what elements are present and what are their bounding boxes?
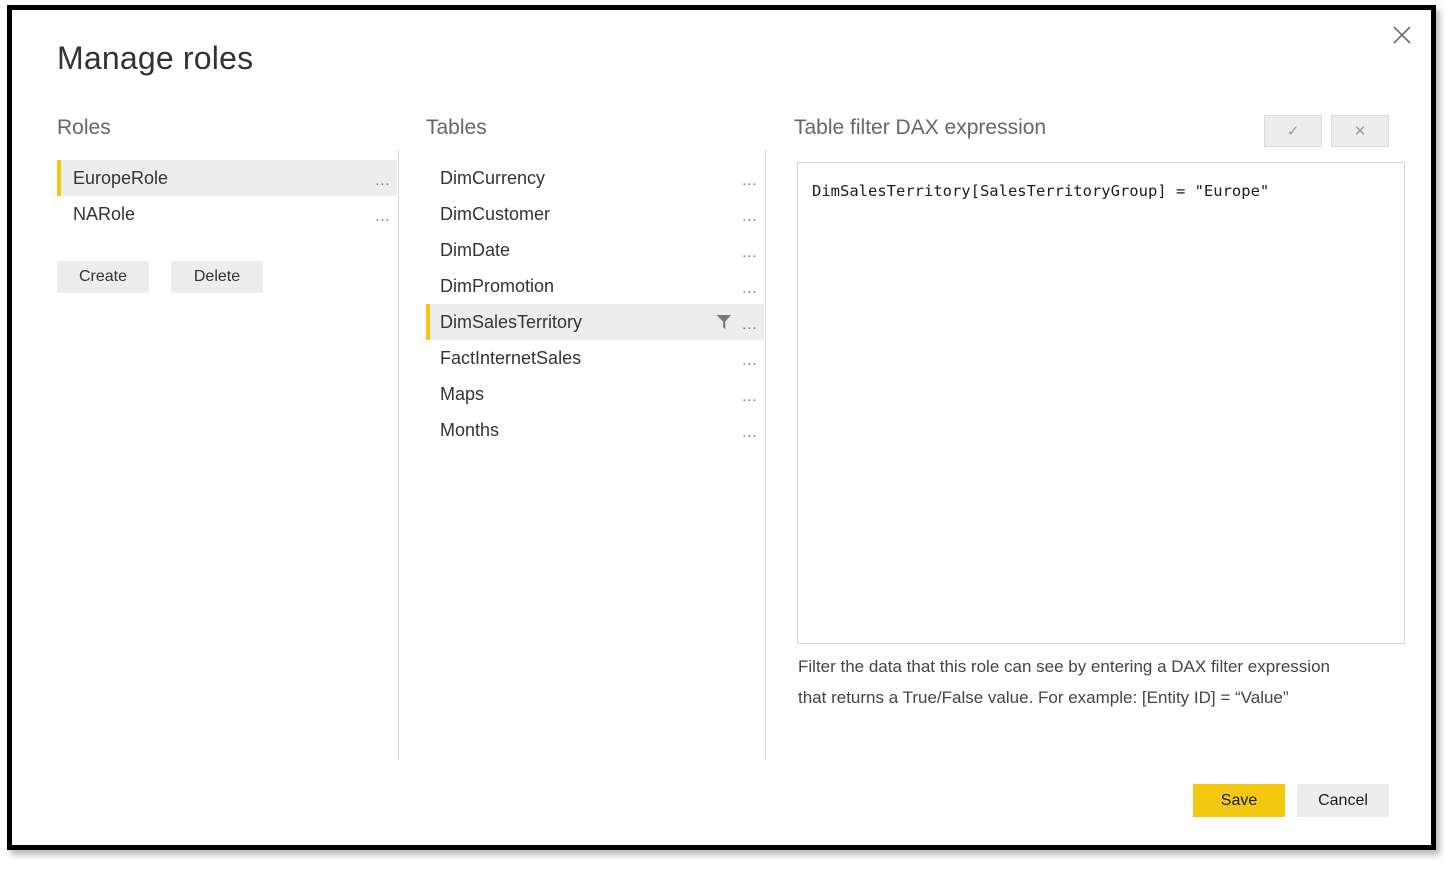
close-icon xyxy=(1391,24,1413,46)
tables-list: DimCurrency… DimCustomer… DimDate… DimPromo… xyxy=(426,160,764,448)
table-list-item-label: Months xyxy=(440,419,500,440)
selection-accent-bar xyxy=(57,160,61,196)
selection-accent-bar xyxy=(426,340,430,376)
table-list-item-menu-button[interactable]: … xyxy=(736,343,764,373)
table-list-item-row[interactable]: DimSalesTerritory … xyxy=(426,304,764,340)
dialog-title: Manage roles xyxy=(57,40,254,76)
delete-role-button[interactable]: Delete xyxy=(171,261,263,293)
table-list-item-menu-button[interactable]: … xyxy=(736,235,764,265)
table-list-item-label: DimPromotion xyxy=(440,275,555,296)
dialog-footer: Save Cancel xyxy=(1193,784,1389,817)
roles-list: EuropeRole … NARole … xyxy=(57,160,397,232)
divider-tables-dax xyxy=(765,150,766,760)
filter-funnel-icon xyxy=(713,311,735,333)
selection-accent-bar xyxy=(426,196,430,232)
table-list-item-label: DimSalesTerritory xyxy=(440,311,583,332)
table-list-item-menu-button[interactable]: … xyxy=(736,199,764,229)
dax-help-text: Filter the data that this role can see b… xyxy=(798,651,1398,713)
table-list-item-menu-button[interactable]: … xyxy=(736,271,764,301)
cancel-button[interactable]: Cancel xyxy=(1297,784,1389,817)
table-list-item-row[interactable]: DimDate … xyxy=(426,232,764,268)
table-list-item-label: FactInternetSales xyxy=(440,347,582,368)
table-list-item-row[interactable]: Months … xyxy=(426,412,764,448)
role-list-item-label: NARole xyxy=(73,203,136,224)
roles-heading: Roles xyxy=(57,116,111,139)
selection-accent-bar xyxy=(426,412,430,448)
role-list-item-menu-button[interactable]: … xyxy=(369,163,397,193)
selection-accent-bar xyxy=(426,268,430,304)
dialog-frame: Manage roles Roles Tables Table filter D… xyxy=(7,5,1436,850)
table-list-item-menu-button[interactable]: … xyxy=(736,379,764,409)
tables-heading: Tables xyxy=(426,116,487,139)
dax-expression-text[interactable]: DimSalesTerritory[SalesTerritoryGroup] =… xyxy=(812,181,1390,203)
dax-help-line-1: Filter the data that this role can see b… xyxy=(798,657,1330,676)
table-list-item-label: DimDate xyxy=(440,239,511,260)
table-list-item-row[interactable]: Maps … xyxy=(426,376,764,412)
selection-accent-bar xyxy=(426,304,430,340)
selection-accent-bar xyxy=(426,160,430,196)
dax-help-line-2: that returns a True/False value. For exa… xyxy=(798,688,1289,707)
role-list-item-row[interactable]: EuropeRole … xyxy=(57,160,397,196)
screenshot-root: Manage roles Roles Tables Table filter D… xyxy=(0,0,1448,874)
table-list-item-row[interactable]: DimCurrency … xyxy=(426,160,764,196)
selection-accent-bar xyxy=(426,232,430,268)
role-list-item-row[interactable]: NARole … xyxy=(57,196,397,232)
dax-action-buttons: ✓ ✕ xyxy=(1264,115,1389,147)
role-list-item-label: EuropeRole xyxy=(73,167,169,188)
dax-heading: Table filter DAX expression xyxy=(794,116,1047,139)
table-list-item-label: DimCurrency xyxy=(440,167,546,188)
table-list-item-label: Maps xyxy=(440,383,485,404)
dax-expression-editor[interactable]: DimSalesTerritory[SalesTerritoryGroup] =… xyxy=(797,162,1405,644)
close-button[interactable] xyxy=(1381,16,1423,54)
selection-accent-bar xyxy=(57,196,61,232)
role-actions: Create Delete xyxy=(57,261,263,293)
table-list-item-row[interactable]: FactInternetSales … xyxy=(426,340,764,376)
accept-expression-button[interactable]: ✓ xyxy=(1264,115,1322,147)
reject-expression-button[interactable]: ✕ xyxy=(1331,115,1389,147)
save-button[interactable]: Save xyxy=(1193,784,1285,817)
table-list-item-row[interactable]: DimCustomer … xyxy=(426,196,764,232)
cross-icon: ✕ xyxy=(1353,123,1367,140)
divider-roles-tables xyxy=(398,150,399,760)
role-list-item-menu-button[interactable]: … xyxy=(369,199,397,229)
table-list-item-row[interactable]: DimPromotion … xyxy=(426,268,764,304)
table-list-item-label: DimCustomer xyxy=(440,203,551,224)
create-role-button[interactable]: Create xyxy=(57,261,149,293)
manage-roles-dialog: Manage roles Roles Tables Table filter D… xyxy=(12,10,1431,845)
selection-accent-bar xyxy=(426,376,430,412)
checkmark-icon: ✓ xyxy=(1286,123,1300,140)
table-list-item-menu-button[interactable]: … xyxy=(736,415,764,445)
table-list-item-menu-button[interactable]: … xyxy=(736,163,764,193)
table-list-item-menu-button[interactable]: … xyxy=(736,307,764,337)
